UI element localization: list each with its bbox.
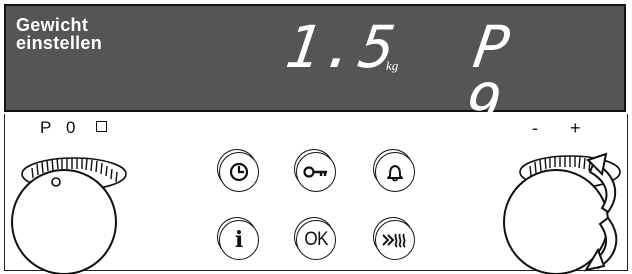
plus-label: + — [570, 118, 581, 138]
minus-label: - — [532, 118, 538, 138]
scale-zero-label: 0 — [66, 118, 76, 137]
weight-value: 1.5 — [281, 13, 402, 81]
display-label: Gewicht einstellen — [16, 16, 102, 52]
scale-square-icon — [96, 121, 107, 132]
rapid-heat-icon — [382, 233, 406, 248]
bell-icon — [387, 165, 403, 182]
clock-icon — [229, 162, 249, 182]
program-selector-knob[interactable] — [0, 138, 140, 274]
ok-button[interactable]: OK — [296, 220, 336, 260]
display-label-line1: Gewicht — [16, 15, 89, 35]
child-lock-button[interactable] — [296, 152, 336, 192]
alarm-button[interactable] — [375, 152, 415, 192]
ok-label: OK — [304, 229, 328, 250]
value-adjust-knob[interactable] — [490, 138, 632, 274]
timer-button[interactable] — [219, 152, 259, 192]
key-icon — [303, 166, 327, 178]
weight-unit: kg — [386, 58, 399, 73]
scale-p-label: P — [40, 118, 52, 137]
info-button[interactable]: i — [219, 220, 259, 260]
info-label: i — [234, 227, 244, 253]
rapid-heat-button[interactable] — [375, 220, 415, 260]
oven-control-panel: Gewicht einstellen 1.5 kg P 9 P 0 - + i … — [0, 0, 632, 274]
display-label-line2: einstellen — [16, 33, 103, 53]
